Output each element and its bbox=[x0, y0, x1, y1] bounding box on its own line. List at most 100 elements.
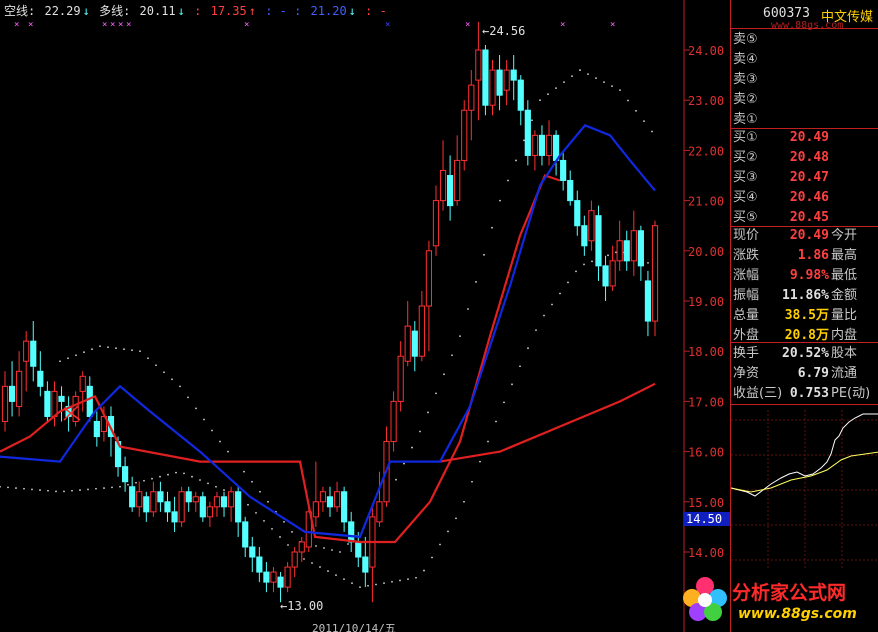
sell-label: 卖② bbox=[733, 92, 758, 107]
candle-up bbox=[16, 370, 23, 407]
candle-down bbox=[8, 385, 16, 402]
stat-value: 11.86% bbox=[782, 288, 829, 303]
indicator5-arrow: ↓ bbox=[348, 4, 356, 18]
candle-up bbox=[1, 385, 9, 422]
buy-row: 买⑤ 20.45 bbox=[733, 208, 877, 228]
buy-label: 买① bbox=[733, 130, 758, 145]
candle-down bbox=[560, 159, 567, 182]
stat-label-2: 今开 bbox=[831, 228, 858, 243]
stat-label-2: 量比 bbox=[831, 308, 858, 323]
candle-up bbox=[531, 134, 538, 156]
candle-down bbox=[355, 541, 362, 558]
indicator-bar: 空线: 22.29 ↓ 多线: 20.11 ↓ : 17.35 ↑ : - : 21.… bbox=[4, 2, 389, 18]
svg-text:×: × bbox=[244, 20, 249, 30]
site-logo[interactable]: 分析家公式网 www.88gs.com bbox=[680, 572, 878, 632]
divider bbox=[730, 128, 878, 129]
price-tick: 22.00 bbox=[688, 144, 724, 158]
candle-down bbox=[220, 496, 228, 508]
buy-value: 20.47 bbox=[789, 170, 829, 185]
candles bbox=[1, 21, 659, 603]
buy-label: 买⑤ bbox=[733, 210, 758, 225]
candle-down bbox=[517, 79, 524, 111]
stat-value: 20.52% bbox=[782, 346, 829, 361]
candle-up bbox=[291, 551, 298, 568]
candle-up bbox=[284, 566, 291, 588]
stock-chart-window: 空线: 22.29 ↓ 多线: 20.11 ↓ : 17.35 ↑ : - : 21.… bbox=[0, 0, 878, 632]
sell-row: 卖③ bbox=[733, 70, 877, 90]
candle-up bbox=[312, 501, 319, 518]
stat-label-2: 最低 bbox=[831, 268, 858, 283]
candle-up bbox=[432, 200, 440, 247]
candle-down bbox=[524, 109, 531, 156]
buy-value: 20.46 bbox=[789, 190, 829, 205]
stat-value: 1.86 bbox=[797, 248, 829, 263]
candle-up bbox=[206, 506, 213, 518]
price-tick: 14.00 bbox=[688, 546, 724, 560]
candle-down bbox=[263, 571, 270, 583]
candle-up bbox=[298, 541, 305, 553]
candle-up bbox=[439, 169, 447, 202]
divider bbox=[730, 226, 878, 227]
candle-down bbox=[595, 215, 602, 267]
stat-label: 现价 bbox=[733, 228, 760, 243]
high-point-label: ←24.56 bbox=[482, 24, 525, 38]
buy-value: 20.48 bbox=[789, 150, 829, 165]
candle-down bbox=[199, 496, 206, 518]
candle-up bbox=[489, 69, 496, 106]
candle-up bbox=[51, 390, 58, 417]
candle-up bbox=[545, 134, 553, 156]
price-tick: 24.00 bbox=[688, 44, 724, 58]
divider bbox=[730, 28, 878, 29]
candle-down bbox=[538, 134, 546, 156]
stat-value: 9.98% bbox=[789, 268, 829, 283]
flower-logo-icon bbox=[683, 577, 727, 621]
stat-label: 换手 bbox=[733, 346, 760, 361]
candle-up bbox=[333, 491, 341, 508]
price-tick: 23.00 bbox=[688, 94, 724, 108]
candle-down bbox=[567, 180, 574, 202]
stat-row: 收益(三) 0.753 PE(动) bbox=[733, 384, 877, 404]
candle-up bbox=[475, 49, 482, 81]
candle-down bbox=[30, 340, 37, 367]
candle-up bbox=[192, 496, 199, 503]
candle-down bbox=[637, 230, 644, 267]
stat-label: 净资 bbox=[733, 366, 760, 381]
buy-label: 买③ bbox=[733, 170, 758, 185]
svg-text:×: × bbox=[14, 20, 19, 30]
stat-label-2: 流通 bbox=[831, 366, 858, 381]
candle-down bbox=[93, 420, 100, 438]
stat-label-2: 金额 bbox=[831, 288, 858, 303]
sell-label: 卖③ bbox=[733, 72, 758, 87]
candle-down bbox=[574, 200, 581, 227]
stat-row: 涨跌 1.86 最高 bbox=[733, 246, 877, 266]
svg-text:×: × bbox=[465, 20, 470, 30]
candle-up bbox=[390, 400, 397, 443]
candle-down bbox=[341, 491, 348, 523]
stat-value: 38.5万 bbox=[784, 308, 829, 323]
candle-down bbox=[86, 385, 93, 417]
kong-line-label: 空线: bbox=[4, 4, 36, 18]
svg-text:×: × bbox=[118, 20, 123, 30]
buy-row: 买③ 20.47 bbox=[733, 168, 877, 188]
candle-up bbox=[418, 305, 425, 357]
svg-text:×: × bbox=[102, 20, 107, 30]
buy-row: 买① 20.49 bbox=[733, 128, 877, 148]
stat-label: 振幅 bbox=[733, 288, 760, 303]
candle-down bbox=[122, 466, 129, 483]
candlestick-chart[interactable]: × × × × × × × × × × × 24.0023.0022.0021.0020.0019.… bbox=[0, 0, 730, 632]
sell-label: 卖⑤ bbox=[733, 32, 758, 47]
candle-down bbox=[348, 521, 355, 543]
candle-up bbox=[503, 69, 510, 91]
intraday-mini-chart[interactable] bbox=[731, 410, 878, 570]
divider bbox=[730, 404, 878, 405]
duo-line-label: 多线: bbox=[99, 4, 131, 18]
kong-line-value: 22.29 bbox=[44, 4, 81, 18]
stat-value: 20.49 bbox=[789, 228, 829, 243]
candle-up bbox=[79, 375, 86, 392]
candle-up bbox=[150, 491, 157, 513]
candle-up bbox=[213, 496, 221, 508]
candle-up bbox=[404, 325, 411, 362]
candle-down bbox=[581, 225, 588, 247]
candle-up bbox=[178, 491, 185, 523]
candle-down bbox=[510, 69, 517, 81]
